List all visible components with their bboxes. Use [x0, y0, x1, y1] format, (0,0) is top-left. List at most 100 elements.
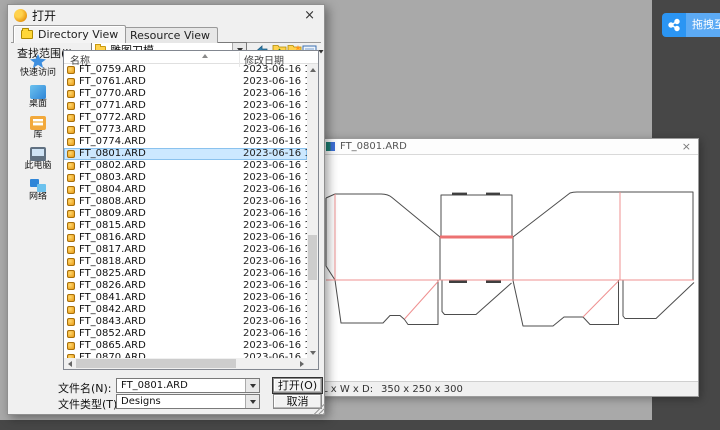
open-file-dialog: 打开 × Directory View Resource View 查找范围(I… [7, 4, 325, 415]
libraries-icon [30, 116, 46, 130]
preview-close-icon[interactable]: × [682, 141, 691, 152]
ard-file-icon [67, 126, 75, 134]
drag-pill-label: 拖拽至 [686, 13, 720, 37]
file-row[interactable]: FT_0865.ARD2023-06-16 14:44 [64, 340, 307, 352]
preview-titlebar[interactable]: FT_0801.ARD × [319, 139, 698, 155]
file-row[interactable]: FT_0818.ARD2023-06-16 14:44 [64, 256, 307, 268]
ard-file-icon [67, 270, 75, 278]
sidebar-item-network[interactable]: 网络 [13, 178, 63, 208]
file-row[interactable]: FT_0801.ARD2023-06-16 14:44 [64, 148, 307, 160]
file-row[interactable]: FT_0772.ARD2023-06-16 14:44 [64, 112, 307, 124]
sort-ascending-icon [202, 54, 208, 58]
file-name-combobox[interactable]: FT_0801.ARD [116, 378, 260, 393]
ard-file-icon [67, 66, 75, 74]
dialog-titlebar[interactable]: 打开 × [8, 5, 324, 26]
ard-file-icon [67, 234, 75, 242]
drag-to-cloud-button[interactable]: 拖拽至 [662, 13, 720, 37]
ard-file-icon [67, 186, 75, 194]
app-icon [14, 9, 27, 22]
file-row[interactable]: FT_0817.ARD2023-06-16 14:44 [64, 244, 307, 256]
folder-icon [21, 30, 33, 39]
scroll-down-icon[interactable] [307, 347, 318, 358]
file-row[interactable]: FT_0843.ARD2023-06-16 14:44 [64, 316, 307, 328]
vertical-scroll-thumb[interactable] [308, 235, 317, 280]
file-row[interactable]: FT_0759.ARD2023-06-16 14:44 [64, 64, 307, 76]
file-row[interactable]: FT_0815.ARD2023-06-16 14:44 [64, 220, 307, 232]
ard-file-icon [67, 150, 75, 158]
dialog-close-icon[interactable]: × [304, 9, 315, 22]
file-name-value: FT_0801.ARD [121, 380, 188, 391]
file-row[interactable]: FT_0761.ARD2023-06-16 14:44 [64, 76, 307, 88]
file-type-combobox[interactable]: Designs [116, 394, 260, 409]
ard-file-icon [67, 318, 75, 326]
file-type-value: Designs [121, 396, 161, 407]
ard-file-icon [67, 222, 75, 230]
dieline-drawing [319, 156, 698, 382]
file-row[interactable]: FT_0809.ARD2023-06-16 14:44 [64, 208, 307, 220]
file-row[interactable]: FT_0804.ARD2023-06-16 14:44 [64, 184, 307, 196]
this-pc-icon [30, 147, 46, 161]
dims-label: L x W x D: [322, 384, 373, 395]
file-row[interactable]: FT_0802.ARD2023-06-16 14:44 [64, 160, 307, 172]
file-type-dropdown-button[interactable] [245, 395, 259, 408]
sidebar-item-this-pc[interactable]: 此电脑 [13, 147, 63, 177]
ard-file-icon [67, 294, 75, 302]
ard-file-icon [67, 246, 75, 254]
quick-access-icon [30, 54, 46, 68]
file-list-rows: FT_0759.ARD2023-06-16 14:44FT_0761.ARD20… [64, 64, 307, 358]
file-name-dropdown-button[interactable] [245, 379, 259, 392]
resize-grip[interactable] [313, 403, 325, 415]
scrollbar-corner [307, 358, 318, 369]
ard-file-icon [67, 90, 75, 98]
file-row[interactable]: FT_0842.ARD2023-06-16 14:44 [64, 304, 307, 316]
ard-file-icon [67, 330, 75, 338]
file-row[interactable]: FT_0770.ARD2023-06-16 14:44 [64, 88, 307, 100]
ard-file-icon [67, 210, 75, 218]
dieline-canvas [319, 156, 698, 381]
preview-statusbar: L x W x D: 350 x 250 x 300 [319, 381, 698, 396]
ard-file-icon [67, 174, 75, 182]
tab-directory-view[interactable]: Directory View [13, 25, 126, 43]
horizontal-scrollbar[interactable] [64, 358, 307, 369]
ard-file-icon [67, 342, 75, 350]
ard-file-icon [67, 198, 75, 206]
network-icon [30, 178, 46, 192]
scroll-right-icon[interactable] [296, 358, 307, 369]
file-type-label: 文件类型(T): [58, 396, 121, 412]
dialog-title: 打开 [32, 7, 56, 24]
sidebar-item-desktop[interactable]: 桌面 [13, 85, 63, 115]
vertical-scrollbar[interactable] [307, 64, 318, 358]
ard-file-icon [67, 102, 75, 110]
ard-file-icon [67, 306, 75, 314]
ard-document-icon [326, 142, 335, 151]
file-row[interactable]: FT_0773.ARD2023-06-16 14:44 [64, 124, 307, 136]
open-button[interactable]: 打开(O) [273, 378, 322, 393]
ard-file-icon [67, 162, 75, 170]
preview-window: FT_0801.ARD × [318, 138, 699, 397]
sidebar-item-quick-access[interactable]: 快速访问 [13, 54, 63, 84]
sidebar-item-libraries[interactable]: 库 [13, 116, 63, 146]
scroll-up-icon[interactable] [307, 64, 318, 75]
file-row[interactable]: FT_0816.ARD2023-06-16 14:44 [64, 232, 307, 244]
file-row[interactable]: FT_0841.ARD2023-06-16 14:44 [64, 292, 307, 304]
cloud-share-icon [662, 13, 686, 37]
ard-file-icon [67, 114, 75, 122]
desktop-icon [30, 85, 46, 99]
file-row[interactable]: FT_0774.ARD2023-06-16 14:44 [64, 136, 307, 148]
file-name-label: 文件名(N): [58, 380, 112, 396]
places-sidebar: 快速访问桌面库此电脑网络 [13, 53, 63, 375]
ard-file-icon [67, 282, 75, 290]
file-row[interactable]: FT_0852.ARD2023-06-16 14:44 [64, 328, 307, 340]
file-row[interactable]: FT_0808.ARD2023-06-16 14:44 [64, 196, 307, 208]
file-row[interactable]: FT_0771.ARD2023-06-16 14:44 [64, 100, 307, 112]
ard-file-icon [67, 258, 75, 266]
file-list: 名称 修改日期 FT_0759.ARD2023-06-16 14:44FT_07… [63, 50, 319, 370]
horizontal-scroll-thumb[interactable] [76, 359, 236, 368]
file-row[interactable]: FT_0803.ARD2023-06-16 14:44 [64, 172, 307, 184]
ard-file-icon [67, 78, 75, 86]
file-row[interactable]: FT_0825.ARD2023-06-16 14:44 [64, 268, 307, 280]
file-row[interactable]: FT_0826.ARD2023-06-16 14:44 [64, 280, 307, 292]
list-header[interactable]: 名称 修改日期 [64, 51, 318, 64]
preview-window-title: FT_0801.ARD [340, 141, 407, 152]
scroll-left-icon[interactable] [64, 358, 75, 369]
